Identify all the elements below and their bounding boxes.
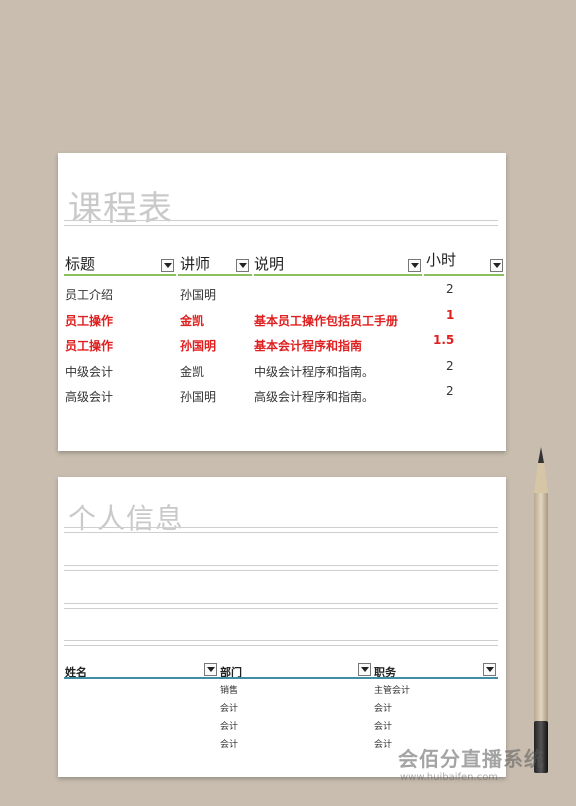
pencil-icon xyxy=(534,447,548,773)
cell-hours: 1 xyxy=(446,308,455,322)
filter-department-dropdown[interactable] xyxy=(358,663,371,676)
header-lecturer: 讲师 xyxy=(180,255,211,273)
cell-description: 高级会计程序和指南。 xyxy=(254,390,375,404)
personal-info-card: 个人信息 姓名 部门 职务 销售 主管会计 会计 会计 会计 会计 会计 会计 xyxy=(58,477,506,777)
cell-description: 基本会计程序和指南 xyxy=(254,339,363,353)
cell-description: 基本员工操作包括员工手册 xyxy=(254,314,399,328)
table-row[interactable]: 员工操作 孙国明 基本会计程序和指南 1.5 xyxy=(58,333,506,361)
cell-role: 主管会计 xyxy=(374,686,411,696)
cell-topic: 高级会计 xyxy=(65,390,114,404)
cell-lecturer: 孙国明 xyxy=(180,390,217,404)
header-description: 说明 xyxy=(254,255,285,273)
table-row[interactable]: 高级会计 孙国明 高级会计程序和指南。 2 xyxy=(58,384,506,412)
watermark-name: 会佰分直播系统 xyxy=(398,747,545,771)
cell-description: 中级会计程序和指南。 xyxy=(254,365,375,379)
cell-lecturer: 孙国明 xyxy=(180,339,217,353)
cell-department: 销售 xyxy=(220,686,239,696)
form-line-4 xyxy=(64,640,498,646)
filter-lecturer-dropdown[interactable] xyxy=(236,259,249,272)
cell-department: 会计 xyxy=(220,704,239,714)
cell-lecturer: 金凯 xyxy=(180,314,205,328)
table-row[interactable]: 会计 会计 xyxy=(58,701,506,719)
cell-lecturer: 孙国明 xyxy=(180,288,217,302)
header-underline-topic xyxy=(64,274,176,276)
cell-department: 会计 xyxy=(220,740,239,750)
header-underline-hours xyxy=(424,274,504,276)
filter-topic-dropdown[interactable] xyxy=(161,259,174,272)
header-underline-lecturer xyxy=(178,274,252,276)
cell-topic: 员工操作 xyxy=(65,339,114,353)
table-row[interactable]: 销售 主管会计 xyxy=(58,683,506,701)
filter-name-dropdown[interactable] xyxy=(204,663,217,676)
cell-topic: 中级会计 xyxy=(65,365,114,379)
title-underline xyxy=(64,220,498,226)
cell-hours: 2 xyxy=(446,282,454,296)
cell-department: 会计 xyxy=(220,722,239,732)
filter-hours-dropdown[interactable] xyxy=(490,259,503,272)
cell-hours: 2 xyxy=(446,359,454,373)
header-underline-description xyxy=(254,274,422,276)
table-row[interactable]: 中级会计 金凯 中级会计程序和指南。 2 xyxy=(58,359,506,387)
table-row[interactable]: 员工介绍 孙国明 2 xyxy=(58,282,506,310)
cell-lecturer: 金凯 xyxy=(180,365,205,379)
form-line-1 xyxy=(64,527,498,533)
header-hours: 小时 xyxy=(426,251,457,269)
watermark-url: www.huibaifen.com xyxy=(400,772,499,783)
filter-role-dropdown[interactable] xyxy=(483,663,496,676)
cell-hours: 2 xyxy=(446,384,454,398)
form-line-3 xyxy=(64,603,498,609)
cell-topic: 员工操作 xyxy=(65,314,114,328)
header-topic: 标题 xyxy=(65,255,96,273)
table-row[interactable]: 会计 会计 xyxy=(58,719,506,737)
form-line-2 xyxy=(64,565,498,571)
cell-role: 会计 xyxy=(374,722,393,732)
cell-hours: 1.5 xyxy=(433,333,455,347)
course-table-card: 课程表 标题 讲师 说明 小时 员工介绍 孙国明 2 员工操作 金凯 基本员工操… xyxy=(58,153,506,451)
filter-description-dropdown[interactable] xyxy=(408,259,421,272)
cell-topic: 员工介绍 xyxy=(65,288,114,302)
cell-role: 会计 xyxy=(374,704,393,714)
cell-role: 会计 xyxy=(374,740,393,750)
header-underline xyxy=(64,677,498,679)
